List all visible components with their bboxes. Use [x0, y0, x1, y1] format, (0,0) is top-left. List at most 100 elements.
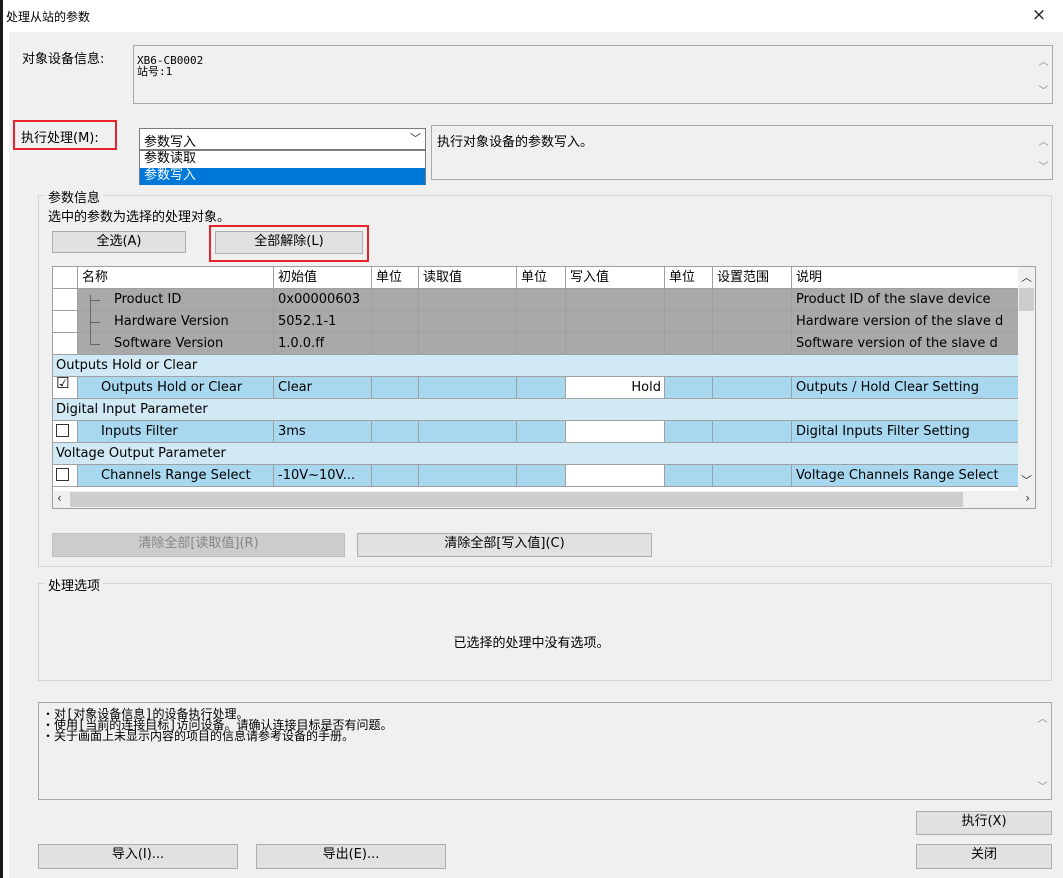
execute-button[interactable]: 执行(X) — [916, 811, 1052, 835]
row-read — [419, 333, 517, 355]
row-unit — [517, 333, 566, 355]
header-write[interactable]: 写入值 — [566, 267, 665, 289]
description-scrollbar[interactable]: ︿ ﹀ — [1035, 126, 1052, 179]
header-range[interactable]: 设置范围 — [713, 267, 792, 289]
row-unit — [517, 421, 566, 443]
row-write — [566, 333, 665, 355]
header-read[interactable]: 读取值 — [419, 267, 517, 289]
row-unit — [372, 421, 419, 443]
execute-description: 执行对象设备的参数写入。 — [437, 135, 594, 150]
checkbox-icon[interactable] — [56, 424, 69, 437]
row-check-cell[interactable] — [53, 465, 78, 487]
tree-line — [90, 344, 100, 345]
row-initial: 0x00000603 — [274, 289, 372, 311]
row-desc: Voltage Channels Range Select — [792, 465, 1019, 487]
notes-box: ・对[对象设备信息]的设备执行处理。 ・使用[当前的连接目标]访问设备。请确认连… — [38, 702, 1052, 800]
header-check — [53, 267, 78, 289]
row-range — [713, 421, 792, 443]
export-button[interactable]: 导出(E)... — [256, 844, 446, 869]
window-edge — [0, 0, 3, 878]
row-read — [419, 421, 517, 443]
header-unit[interactable]: 单位 — [665, 267, 713, 289]
tree-line — [90, 322, 100, 323]
group-header[interactable]: Outputs Hold or Clear — [53, 355, 1018, 377]
row-name: Outputs Hold or Clear — [78, 377, 274, 399]
notes-scrollbar[interactable]: ︿ ﹀ — [1034, 703, 1051, 799]
option-read[interactable]: 参数读取 — [142, 151, 425, 167]
row-unit — [372, 311, 419, 333]
row-unit — [372, 465, 419, 487]
row-check-cell[interactable]: ☑ — [53, 377, 78, 399]
group-header[interactable]: Digital Input Parameter — [53, 399, 1018, 421]
row-unit — [665, 289, 713, 311]
scroll-up-icon[interactable]: ︿ — [1035, 53, 1052, 68]
scroll-thumb[interactable] — [1019, 288, 1034, 311]
row-read — [419, 289, 517, 311]
table-vscrollbar[interactable]: ︿ ﹀ — [1018, 267, 1035, 492]
scroll-thumb[interactable] — [70, 492, 963, 507]
row-unit — [665, 465, 713, 487]
params-hint: 选中的参数为选择的处理对象。 — [48, 210, 231, 225]
options-legend: 处理选项 — [45, 575, 104, 594]
table-hscrollbar[interactable]: ‹ › — [53, 491, 1035, 508]
checkbox-checked-icon[interactable]: ☑ — [56, 377, 69, 391]
device-info-scrollbar[interactable]: ︿ ﹀ — [1035, 46, 1052, 103]
checkbox-icon[interactable] — [56, 468, 69, 481]
row-unit — [665, 333, 713, 355]
row-unit — [517, 289, 566, 311]
header-unit[interactable]: 单位 — [517, 267, 566, 289]
row-range — [713, 289, 792, 311]
close-icon[interactable]: × — [1029, 5, 1049, 25]
row-unit — [665, 311, 713, 333]
header-desc[interactable]: 说明 — [792, 267, 1019, 289]
execute-dropdown-list[interactable]: 参数读取 参数写入 — [139, 150, 426, 185]
scroll-down-icon[interactable]: ﹀ — [1035, 158, 1052, 173]
scroll-down-icon[interactable]: ﹀ — [1035, 82, 1052, 97]
scroll-up-icon[interactable]: ︿ — [1034, 710, 1051, 725]
row-unit — [517, 311, 566, 333]
close-button[interactable]: 关闭 — [916, 844, 1052, 869]
header-name[interactable]: 名称 — [78, 267, 274, 289]
header-unit[interactable]: 单位 — [372, 267, 419, 289]
row-write-input[interactable] — [566, 421, 665, 443]
parameter-table[interactable]: 名称 初始值 单位 读取值 单位 写入值 单位 设置范围 说明 Product … — [52, 266, 1036, 509]
clear-all-button[interactable]: 全部解除(L) — [215, 231, 363, 254]
row-name: Product ID — [78, 289, 274, 311]
row-write-input[interactable]: Hold — [566, 377, 665, 399]
chevron-down-icon[interactable]: ﹀ — [410, 130, 421, 146]
scroll-right-icon[interactable]: › — [1025, 491, 1030, 505]
row-check — [53, 289, 78, 311]
option-write[interactable]: 参数写入 — [140, 168, 425, 185]
row-range — [713, 377, 792, 399]
execute-selected: 参数写入 — [144, 135, 197, 150]
execute-combobox[interactable]: 参数写入 ﹀ — [139, 128, 426, 150]
row-write — [566, 289, 665, 311]
scroll-up-icon[interactable]: ︿ — [1021, 269, 1032, 285]
clear-read-values-button[interactable]: 清除全部[读取值](R) — [52, 533, 345, 557]
row-write — [566, 311, 665, 333]
row-read — [419, 377, 517, 399]
row-read — [419, 465, 517, 487]
clear-write-values-button[interactable]: 清除全部[写入值](C) — [357, 533, 652, 557]
row-unit — [372, 289, 419, 311]
scroll-up-icon[interactable]: ︿ — [1035, 133, 1052, 148]
station-number: 站号:1 — [137, 65, 173, 78]
row-desc: Product ID of the slave device — [792, 289, 1019, 311]
row-initial: -10V~10V... — [274, 465, 372, 487]
select-all-button[interactable]: 全选(A) — [52, 231, 186, 253]
row-name: Inputs Filter — [78, 421, 274, 443]
group-header[interactable]: Voltage Output Parameter — [53, 443, 1018, 465]
import-button[interactable]: 导入(I)... — [38, 844, 238, 869]
row-check — [53, 333, 78, 355]
header-initial[interactable]: 初始值 — [274, 267, 372, 289]
scroll-left-icon[interactable]: ‹ — [57, 491, 62, 505]
row-unit — [517, 377, 566, 399]
row-name: Hardware Version — [78, 311, 274, 333]
row-write-input[interactable] — [566, 465, 665, 487]
row-name: Channels Range Select — [78, 465, 274, 487]
scroll-down-icon[interactable]: ﹀ — [1034, 778, 1051, 793]
row-check-cell[interactable] — [53, 421, 78, 443]
row-check — [53, 311, 78, 333]
scroll-down-icon[interactable]: ﹀ — [1021, 472, 1032, 488]
clear-all-highlight: 全部解除(L) — [209, 225, 369, 262]
